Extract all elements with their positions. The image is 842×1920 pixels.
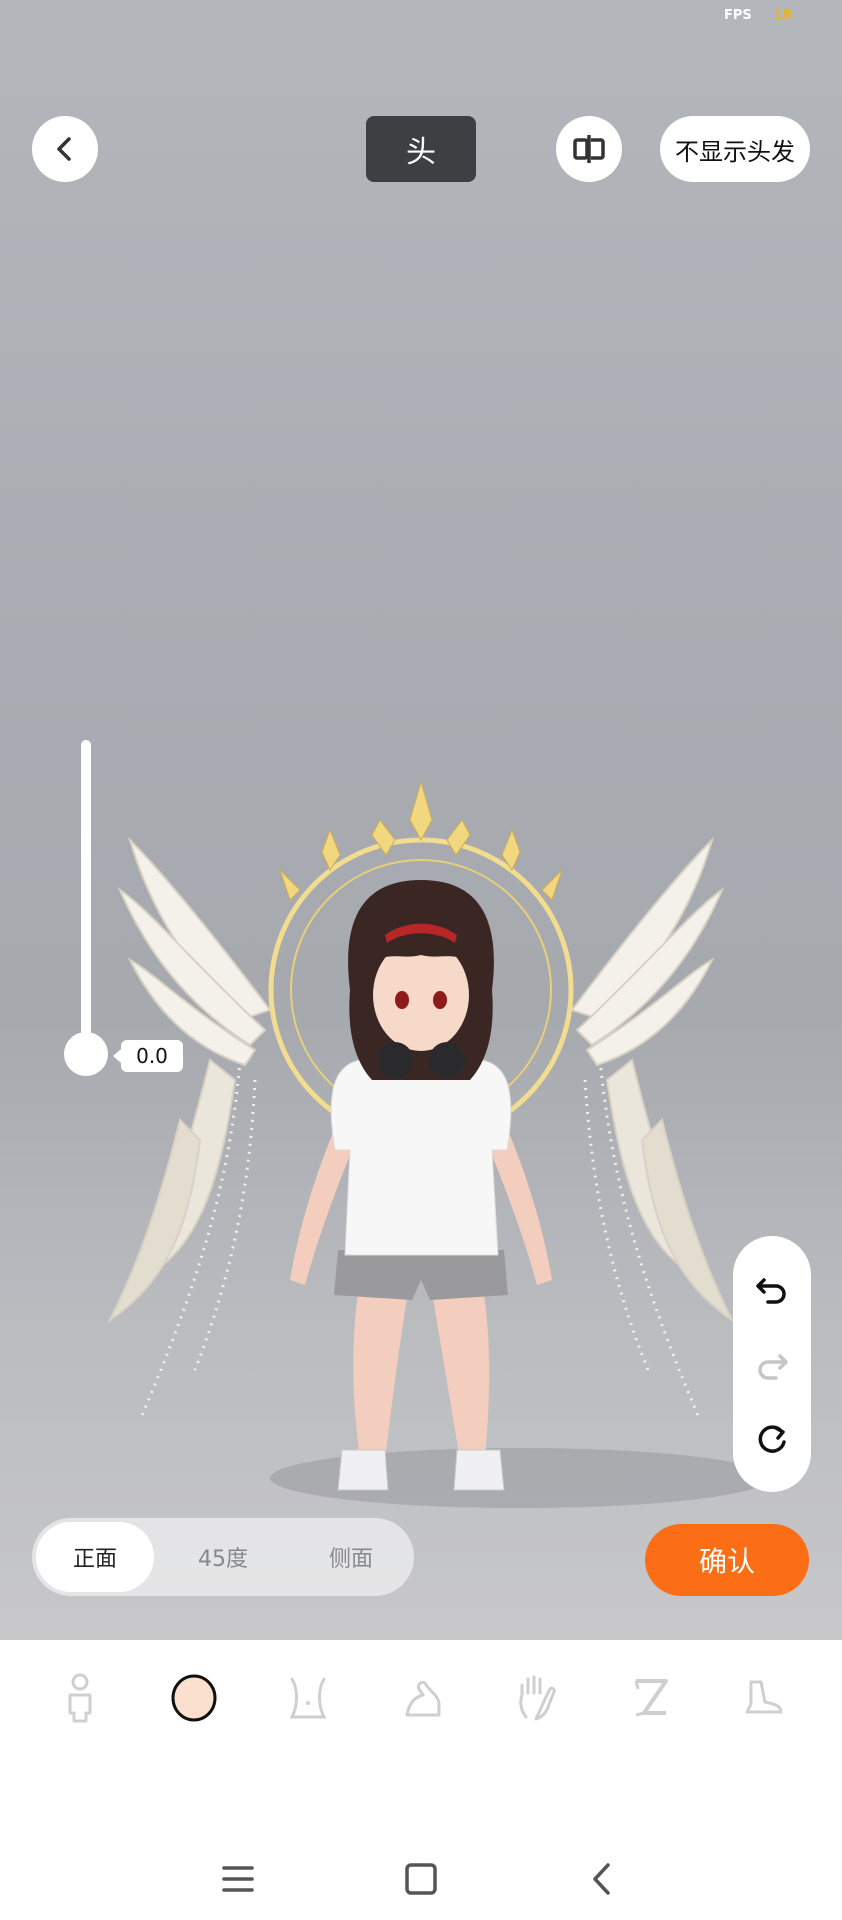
fps-label: FPS [724, 8, 752, 23]
avatar-stage[interactable]: FPS 18 头 不显示头发 0.0 正面 45度 侧面 确认 [0, 0, 842, 1640]
fps-counter: FPS 18 [724, 8, 792, 23]
body-icon [68, 1673, 92, 1723]
home-square-icon [405, 1863, 437, 1895]
reset-button[interactable] [733, 1410, 811, 1470]
tab-body[interactable] [50, 1668, 110, 1728]
avatar-model [107, 780, 770, 1508]
leg-icon [634, 1679, 668, 1717]
system-nav-bar [0, 1820, 842, 1920]
tab-head[interactable] [164, 1668, 224, 1728]
tab-side[interactable]: 侧面 [292, 1522, 410, 1592]
tab-45-degree[interactable]: 45度 [164, 1522, 282, 1592]
tab-front[interactable]: 正面 [36, 1522, 154, 1592]
torso-icon [289, 1677, 327, 1719]
menu-icon [222, 1866, 254, 1892]
tab-leg[interactable] [620, 1668, 680, 1728]
back-icon [593, 1863, 610, 1895]
fps-value: 18 [773, 8, 792, 23]
tab-hand[interactable] [506, 1668, 566, 1728]
redo-button[interactable] [733, 1334, 811, 1394]
hide-hair-button[interactable]: 不显示头发 [660, 116, 810, 182]
reset-icon [758, 1425, 786, 1453]
nav-home-button[interactable] [396, 1854, 446, 1904]
undo-icon [756, 1278, 786, 1304]
chevron-left-icon [57, 137, 71, 161]
back-button[interactable] [32, 116, 98, 182]
tab-torso[interactable] [278, 1668, 338, 1728]
view-angle-tabs: 正面 45度 侧面 [32, 1518, 414, 1596]
nav-back-button[interactable] [578, 1854, 628, 1904]
mirror-icon [573, 135, 605, 163]
current-part-label: 头 [366, 116, 476, 182]
foot-icon [745, 1680, 783, 1714]
undo-button[interactable] [733, 1258, 811, 1318]
slider-value-label: 0.0 [113, 1040, 183, 1072]
tab-foot[interactable] [734, 1668, 794, 1728]
adjust-slider-track[interactable] [81, 740, 91, 1056]
body-part-tabbar [0, 1640, 842, 1750]
hand-icon [519, 1675, 556, 1721]
mirror-toggle-button[interactable] [556, 116, 622, 182]
confirm-button[interactable]: 确认 [645, 1524, 809, 1596]
redo-icon [758, 1354, 788, 1380]
nav-menu-button[interactable] [213, 1854, 263, 1904]
tab-arm[interactable] [392, 1668, 452, 1728]
head-icon [171, 1674, 217, 1722]
arm-icon [405, 1681, 441, 1717]
adjust-slider-thumb[interactable] [64, 1032, 108, 1076]
history-controls [733, 1236, 811, 1492]
